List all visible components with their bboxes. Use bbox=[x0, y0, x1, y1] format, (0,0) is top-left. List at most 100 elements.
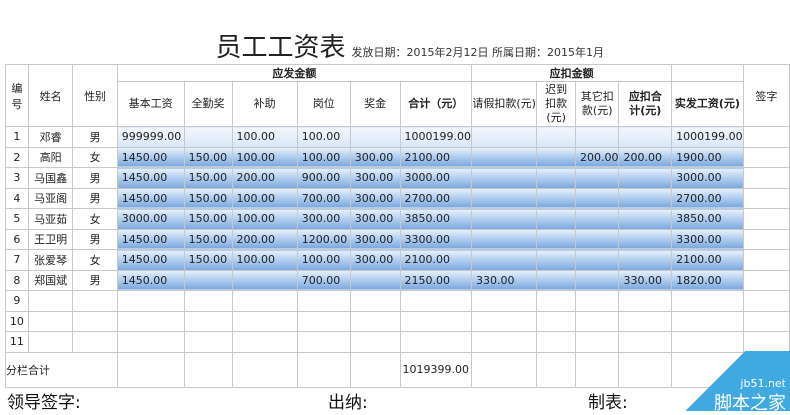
cell[interactable]: 10 bbox=[5, 310, 29, 332]
cell[interactable] bbox=[574, 310, 620, 332]
cell[interactable] bbox=[349, 126, 401, 148]
cell[interactable] bbox=[27, 290, 74, 312]
cell[interactable]: 700.00 bbox=[296, 187, 351, 209]
cell[interactable]: 2100.00 bbox=[399, 146, 473, 168]
cell[interactable]: 1450.00 bbox=[116, 228, 185, 250]
cell[interactable] bbox=[470, 126, 538, 148]
cell[interactable]: 2100.00 bbox=[399, 249, 473, 271]
cell[interactable] bbox=[116, 331, 185, 353]
cell[interactable]: 1450.00 bbox=[116, 249, 185, 271]
cell[interactable]: 1450.00 bbox=[116, 187, 185, 209]
cell[interactable]: 1450.00 bbox=[116, 269, 185, 291]
cell[interactable] bbox=[349, 269, 401, 291]
cell[interactable]: 2700.00 bbox=[399, 187, 473, 209]
cell[interactable]: 女 bbox=[72, 208, 118, 230]
cell[interactable] bbox=[536, 310, 576, 332]
cell[interactable] bbox=[470, 167, 538, 189]
cell[interactable] bbox=[574, 187, 620, 209]
cell[interactable]: 150.00 bbox=[183, 146, 233, 168]
cell[interactable]: 300.00 bbox=[349, 208, 401, 230]
cell[interactable] bbox=[399, 331, 473, 353]
cell[interactable] bbox=[27, 310, 74, 332]
cell[interactable] bbox=[470, 228, 538, 250]
cell[interactable]: 3000.00 bbox=[671, 167, 744, 189]
cell[interactable] bbox=[574, 290, 620, 312]
cell[interactable]: 3850.00 bbox=[399, 208, 473, 230]
cell[interactable]: 200.00 bbox=[231, 228, 298, 250]
cell[interactable] bbox=[618, 167, 673, 189]
cell[interactable] bbox=[618, 310, 673, 332]
cell[interactable] bbox=[742, 126, 790, 148]
cell[interactable]: 男 bbox=[72, 187, 118, 209]
cell[interactable]: 1 bbox=[5, 126, 29, 148]
cell[interactable] bbox=[742, 269, 790, 291]
cell[interactable]: 马亚茹 bbox=[27, 208, 74, 230]
cell[interactable] bbox=[742, 228, 790, 250]
cell[interactable]: 11 bbox=[5, 331, 29, 353]
cell[interactable] bbox=[470, 249, 538, 271]
cell[interactable]: 100.00 bbox=[296, 126, 351, 148]
cell[interactable]: 999999.00 bbox=[116, 126, 185, 148]
cell[interactable] bbox=[183, 310, 233, 332]
cell[interactable]: 300.00 bbox=[349, 146, 401, 168]
cell[interactable] bbox=[574, 126, 620, 148]
cell[interactable]: 1000199.00 bbox=[399, 126, 473, 148]
cell[interactable]: 张爱琴 bbox=[27, 249, 74, 271]
cell[interactable] bbox=[536, 269, 576, 291]
cell[interactable]: 100.00 bbox=[231, 126, 298, 148]
cell[interactable] bbox=[27, 331, 74, 353]
cell[interactable]: 150.00 bbox=[183, 208, 233, 230]
cell[interactable] bbox=[742, 331, 790, 353]
cell[interactable] bbox=[183, 269, 233, 291]
cell[interactable] bbox=[536, 331, 576, 353]
cell[interactable] bbox=[574, 228, 620, 250]
cell[interactable]: 2100.00 bbox=[671, 249, 744, 271]
cell[interactable]: 200.00 bbox=[231, 167, 298, 189]
cell[interactable] bbox=[742, 208, 790, 230]
cell[interactable] bbox=[296, 290, 351, 312]
cell[interactable]: 1450.00 bbox=[116, 146, 185, 168]
cell[interactable]: 3850.00 bbox=[671, 208, 744, 230]
cell[interactable]: 8 bbox=[5, 269, 29, 291]
cell[interactable]: 150.00 bbox=[183, 228, 233, 250]
cell[interactable]: 2150.00 bbox=[399, 269, 473, 291]
cell[interactable] bbox=[231, 331, 298, 353]
cell[interactable] bbox=[399, 290, 473, 312]
cell[interactable]: 6 bbox=[5, 228, 29, 250]
cell[interactable] bbox=[470, 331, 538, 353]
cell[interactable] bbox=[116, 310, 185, 332]
cell[interactable] bbox=[72, 310, 118, 332]
cell[interactable] bbox=[536, 249, 576, 271]
cell[interactable]: 100.00 bbox=[296, 146, 351, 168]
cell[interactable]: 700.00 bbox=[296, 269, 351, 291]
cell[interactable] bbox=[72, 331, 118, 353]
cell[interactable]: 150.00 bbox=[183, 249, 233, 271]
cell[interactable] bbox=[574, 331, 620, 353]
cell[interactable]: 4 bbox=[5, 187, 29, 209]
cell[interactable]: 3000.00 bbox=[116, 208, 185, 230]
cell[interactable]: 邓睿 bbox=[27, 126, 74, 148]
cell[interactable] bbox=[536, 167, 576, 189]
cell[interactable]: 1820.00 bbox=[671, 269, 744, 291]
cell[interactable]: 7 bbox=[5, 249, 29, 271]
cell[interactable] bbox=[536, 228, 576, 250]
cell[interactable]: 郑国斌 bbox=[27, 269, 74, 291]
cell[interactable]: 200.00 bbox=[618, 146, 673, 168]
cell[interactable] bbox=[116, 290, 185, 312]
cell[interactable]: 3 bbox=[5, 167, 29, 189]
cell[interactable]: 男 bbox=[72, 167, 118, 189]
cell[interactable]: 100.00 bbox=[231, 187, 298, 209]
cell[interactable] bbox=[470, 208, 538, 230]
cell[interactable] bbox=[742, 146, 790, 168]
cell[interactable] bbox=[536, 290, 576, 312]
cell[interactable] bbox=[618, 290, 673, 312]
cell[interactable] bbox=[349, 290, 401, 312]
cell[interactable]: 5 bbox=[5, 208, 29, 230]
cell[interactable] bbox=[231, 310, 298, 332]
cell[interactable]: 女 bbox=[72, 249, 118, 271]
cell[interactable] bbox=[671, 310, 744, 332]
cell[interactable]: 150.00 bbox=[183, 187, 233, 209]
cell[interactable]: 3300.00 bbox=[399, 228, 473, 250]
cell[interactable] bbox=[671, 331, 744, 353]
cell[interactable] bbox=[231, 290, 298, 312]
